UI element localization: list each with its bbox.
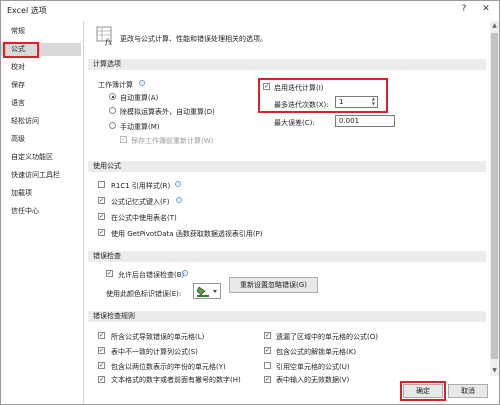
checkbox-r1c1[interactable] xyxy=(98,181,105,188)
excel-options-dialog: Excel 选项 ? ✕ 常规 公式 校对 保存 语言 轻松访问 高级 自定义功… xyxy=(0,0,500,405)
radio-auto-label: 自动重算(A) xyxy=(120,94,159,102)
sidebar-item-addins[interactable]: 加载项 xyxy=(1,187,81,200)
checkbox-rule-left-2[interactable]: ✓ xyxy=(98,347,105,354)
header-text: 更改与公式计算、性能和错误处理相关的选项。 xyxy=(120,35,267,43)
rule-left-2-label: 表中不一致的计算列公式(S) xyxy=(111,348,198,356)
info-icon: i xyxy=(139,80,145,86)
radio-auto-except[interactable] xyxy=(109,107,116,114)
error-color-picker[interactable] xyxy=(193,283,221,299)
radio-manual[interactable] xyxy=(109,122,116,129)
window-title: Excel 选项 xyxy=(7,6,47,15)
rule-left-3-label: 包含以两位数表示的年份的单元格(Y) xyxy=(111,363,226,371)
sidebar-item-advanced[interactable]: 高级 xyxy=(1,133,81,146)
checkbox-autocomplete[interactable]: ✓ xyxy=(98,197,105,204)
scroll-down-icon[interactable]: ▼ xyxy=(490,366,499,376)
reset-ignored-errors-button[interactable]: 重新设置忽略错误(G) xyxy=(229,277,318,293)
close-button[interactable]: ✕ xyxy=(479,3,493,15)
main-panel: fx 更改与公式计算、性能和错误处理相关的选项。 计算选项 工作簿计算 i 自动… xyxy=(84,21,489,384)
checkbox-getpivotdata[interactable]: ✓ xyxy=(98,229,105,236)
ok-highlight-box xyxy=(400,381,446,401)
info-icon: i xyxy=(182,270,188,276)
sidebar-item-quick-access[interactable]: 快速访问工具栏 xyxy=(1,169,81,182)
checkbox-rule-right-3[interactable] xyxy=(264,362,271,369)
sidebar-item-trust-center[interactable]: 信任中心 xyxy=(1,205,81,218)
rule-left-1-label: 所含公式导致错误的单元格(L) xyxy=(111,333,205,341)
checkbox-rule-right-2[interactable]: ✓ xyxy=(264,347,271,354)
dialog-footer: 确定 取消 xyxy=(1,377,499,404)
rule-right-3-label: 引用空单元格的公式(U) xyxy=(276,363,350,371)
vertical-scrollbar[interactable]: ▲ ▼ xyxy=(490,21,499,376)
checkbox-table-names[interactable]: ✓ xyxy=(98,213,105,220)
rule-right-2-label: 包含公式的解锁单元格(K) xyxy=(276,348,357,356)
getpivotdata-label: 使用 GetPivotData 函数获取数据透视表引用(P) xyxy=(111,230,263,238)
scroll-up-icon[interactable]: ▲ xyxy=(490,21,499,31)
radio-auto[interactable] xyxy=(109,93,116,100)
svg-text:fx: fx xyxy=(104,38,113,46)
info-icon: i xyxy=(176,197,182,203)
sidebar-item-language[interactable]: 语言 xyxy=(1,97,81,110)
checkbox-recalc-before-save[interactable]: ✓ xyxy=(120,136,127,143)
cancel-button[interactable]: 取消 xyxy=(448,384,488,398)
max-change-label: 最大误差(C): xyxy=(274,119,315,127)
checkbox-rule-left-1[interactable]: ✓ xyxy=(98,332,105,339)
help-button[interactable]: ? xyxy=(457,3,471,15)
max-change-input[interactable]: 0.001 xyxy=(335,115,395,127)
sidebar-highlight-box xyxy=(3,42,39,58)
sidebar-item-save[interactable]: 保存 xyxy=(1,79,81,92)
info-icon: i xyxy=(175,181,181,187)
checkbox-rule-left-3[interactable]: ✓ xyxy=(98,362,105,369)
r1c1-label: R1C1 引用样式(R) xyxy=(111,182,171,190)
iteration-highlight-box xyxy=(258,78,388,113)
table-names-label: 在公式中使用表名(T) xyxy=(111,214,177,222)
title-bar: Excel 选项 ? ✕ xyxy=(1,1,499,19)
background-check-label: 允许后台错误检查(B) xyxy=(118,271,185,279)
radio-manual-label: 手动重算(M) xyxy=(120,123,160,131)
sidebar-item-customize-ribbon[interactable]: 自定义功能区 xyxy=(1,151,81,164)
autocomplete-label: 公式记忆式键入(F) xyxy=(111,198,170,206)
section-rules: 错误检查规则 xyxy=(88,311,486,322)
checkbox-background-check[interactable]: ✓ xyxy=(106,270,113,277)
rule-right-1-label: 遗漏了区域中的单元格的公式(O) xyxy=(276,333,378,341)
sidebar: 常规 公式 校对 保存 语言 轻松访问 高级 自定义功能区 快速访问工具栏 加载… xyxy=(1,21,84,404)
section-formulas: 使用公式 xyxy=(88,161,486,172)
formula-icon: fx xyxy=(96,26,113,46)
scroll-thumb[interactable] xyxy=(491,33,498,359)
sidebar-item-accessibility[interactable]: 轻松访问 xyxy=(1,115,81,128)
sidebar-item-general[interactable]: 常规 xyxy=(1,25,81,38)
section-error-check: 错误检查 xyxy=(88,251,486,262)
paint-bucket-icon xyxy=(196,286,217,297)
checkbox-rule-right-1[interactable]: ✓ xyxy=(264,332,271,339)
error-color-label: 使用此颜色标识错误(E): xyxy=(106,290,182,298)
sidebar-item-proofing[interactable]: 校对 xyxy=(1,61,81,74)
workbook-calc-label: 工作簿计算 xyxy=(98,81,133,89)
radio-auto-except-label: 除模拟运算表外，自动重算(D) xyxy=(120,108,215,116)
section-calc: 计算选项 xyxy=(88,59,486,70)
recalc-before-save-label: 保存工作簿前重新计算(W) xyxy=(131,137,214,145)
